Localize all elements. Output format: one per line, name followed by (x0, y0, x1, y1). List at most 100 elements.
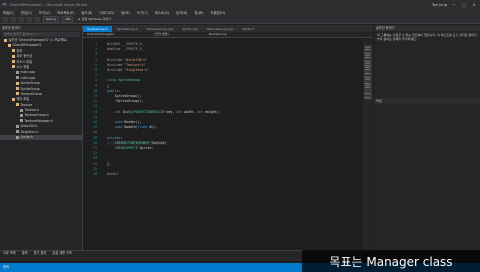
code-line[interactable]: private: (107, 136, 122, 140)
code-line[interactable]: #include "Texture.h" (107, 63, 145, 67)
code-token: #ifndef __SPRITE_H__ (107, 42, 146, 46)
line-number: 21 (93, 146, 97, 150)
code-line[interactable]: #ifndef __SPRITE_H__ (107, 42, 145, 46)
menu-item[interactable]: 도구(T) (137, 10, 148, 15)
line-number: 19 (93, 135, 97, 140)
code-token: public (107, 88, 119, 93)
user-name[interactable]: Tae Jung (432, 3, 447, 7)
run-debugger-button[interactable]: ▶ 로컬 Windows 디버거 (76, 17, 112, 22)
code-token: #define __SPRITE_H__ (107, 47, 146, 52)
menu-item[interactable]: 도움말(H) (210, 10, 225, 15)
file-icon (12, 65, 15, 69)
platform-select[interactable]: x86 (61, 16, 74, 23)
nav-dropdown[interactable]: (전역 범위) (154, 32, 168, 37)
output-tab[interactable]: 호출 계층 구조 (52, 251, 72, 256)
minimap-line (365, 53, 370, 54)
tree-item-label: Texture.h (24, 108, 40, 113)
tree-item-label: 참조 (16, 48, 23, 53)
minimize-button[interactable]: ─ (451, 3, 457, 7)
tree-item-label: DirectXPackage01 (12, 43, 42, 48)
tree-item-label: Texture (20, 102, 33, 107)
back-icon[interactable] (3, 17, 8, 22)
line-number: 4 (95, 57, 97, 62)
code-token: #include (107, 62, 125, 67)
editor-scrollbar[interactable] (363, 39, 373, 250)
minimap-line (365, 93, 370, 94)
save-icon[interactable] (19, 17, 24, 22)
code-editor: SpriteGroup.h SpriteGroup.h TextureGroup.c… (83, 25, 373, 250)
minimap-line (365, 57, 370, 58)
code-token: class (107, 78, 119, 83)
navigation-bar: DirectXPackage01 (전역 범위) SpriteGroup (83, 32, 373, 38)
run-debugger-label: 로컬 Windows 디버거 (81, 17, 111, 21)
file-icon (12, 54, 15, 58)
tree-item-label: 헤더 파일 (16, 97, 30, 102)
tree-item-label: 솔루션 'DirectXPackage01' (1 프로젝트) (8, 38, 68, 42)
code-line[interactable]: void Render(); (107, 120, 142, 124)
properties-panel: 솔루션 탐색기 이 그룹에는 사용할 수 있는 컨트롤이 없습니다. 이 텍스트… (374, 25, 480, 250)
menu-item[interactable]: 테스트(S) (155, 10, 169, 15)
menu-item[interactable]: 창(W) (194, 10, 203, 15)
document-tab[interactable]: Sprite.h (238, 26, 258, 32)
code-line[interactable]: ~SpriteGroup(); (107, 99, 144, 104)
menu-item[interactable]: 팀(M) (121, 10, 130, 15)
configuration-select[interactable]: Debug (43, 16, 59, 23)
forward-icon[interactable] (11, 17, 16, 22)
menu-item[interactable]: 파일(F) (3, 10, 14, 15)
menu-item[interactable]: 디버그(D) (99, 10, 114, 15)
code-token: Texture; (151, 140, 167, 145)
redo-icon[interactable] (35, 17, 40, 22)
close-button[interactable]: ✕ (471, 3, 477, 7)
menu-item[interactable]: 보기(V) (39, 10, 50, 15)
code-line[interactable]: LPDIRECT3DTEXTURE9 Texture; (107, 140, 167, 145)
output-tab[interactable]: 출력 (22, 251, 28, 256)
properties-title: 속성 (374, 98, 480, 105)
code-area[interactable]: 1 #ifndef __SPRITE_H__ 2 #define __SPRITE_H… (83, 39, 373, 250)
menu-item[interactable]: 분석(N) (176, 10, 187, 15)
code-token: Sprite; (139, 146, 154, 150)
code-token: height); (204, 109, 221, 114)
code-line[interactable]: void Update(float dt); (107, 125, 157, 129)
maximize-button[interactable]: □ (461, 3, 467, 7)
code-line[interactable]: LPD3DXSPRITE Sprite; (107, 146, 153, 150)
code-line[interactable]: #include "Direct3D.h" (107, 58, 147, 62)
code-token: #endif (107, 172, 119, 176)
file-icon (16, 76, 19, 80)
file-icon (16, 124, 19, 128)
code-line[interactable]: int Init(LPDIRECT3DDEVICE9 dev, int widt… (107, 109, 221, 114)
solution-explorer: 솔루션 탐색기 솔루션 탐색기 검색(Ctrl+;) 솔루션 'DirectXP… (0, 25, 83, 250)
code-line[interactable]: public: (107, 89, 120, 93)
code-line[interactable]: { (107, 84, 109, 88)
code-token: int (176, 109, 184, 114)
code-token: SpriteGroup (118, 78, 140, 83)
tree-item-label: Singleton.h (20, 129, 39, 134)
nav-dropdown[interactable]: DirectXPackage01 (87, 32, 114, 37)
visual-studio-logo-icon: ∞ (2, 1, 7, 8)
document-tab[interactable]: Sprite.cpp (178, 26, 202, 32)
tree-item[interactable]: Sprite.h (0, 135, 82, 141)
undo-icon[interactable] (27, 17, 32, 22)
menu-item[interactable]: 편집(E) (21, 10, 32, 15)
code-token: void (114, 120, 125, 124)
output-tab[interactable]: 오류 목록 (3, 251, 16, 256)
line-number: 3 (95, 52, 97, 57)
code-token: ~SpriteGroup(); (107, 99, 144, 104)
output-tab[interactable]: 찾기 결과 (34, 251, 47, 256)
nav-dropdown[interactable]: SpriteGroup (209, 32, 227, 37)
code-line[interactable]: #include "Singleton.h" (107, 68, 149, 72)
document-tab[interactable]: SpriteGroup.h (112, 26, 142, 32)
toolbox-note: 이 그룹에는 사용할 수 있는 컨트롤이 없습니다. 이 텍스트를 도구 상자로… (377, 33, 477, 42)
menu-item[interactable]: 프로젝트(P) (57, 10, 74, 15)
code-line[interactable]: class SpriteGroup (107, 78, 140, 82)
code-line[interactable]: #endif (107, 172, 119, 176)
code-line[interactable]: #define __SPRITE_H__ (107, 47, 145, 51)
solution-search-input[interactable]: 솔루션 탐색기 검색(Ctrl+;) (2, 32, 80, 37)
line-number: 18 (93, 130, 97, 135)
menu-item[interactable]: 빌드(B) (81, 10, 92, 15)
minimap-line (365, 55, 370, 56)
code-line[interactable]: SpriteGroup(); (107, 94, 142, 98)
tree-item-label: Direct3D.h (20, 124, 38, 129)
caption-text: 목표는 Manager class (329, 254, 453, 269)
code-line[interactable]: }; (107, 162, 111, 166)
